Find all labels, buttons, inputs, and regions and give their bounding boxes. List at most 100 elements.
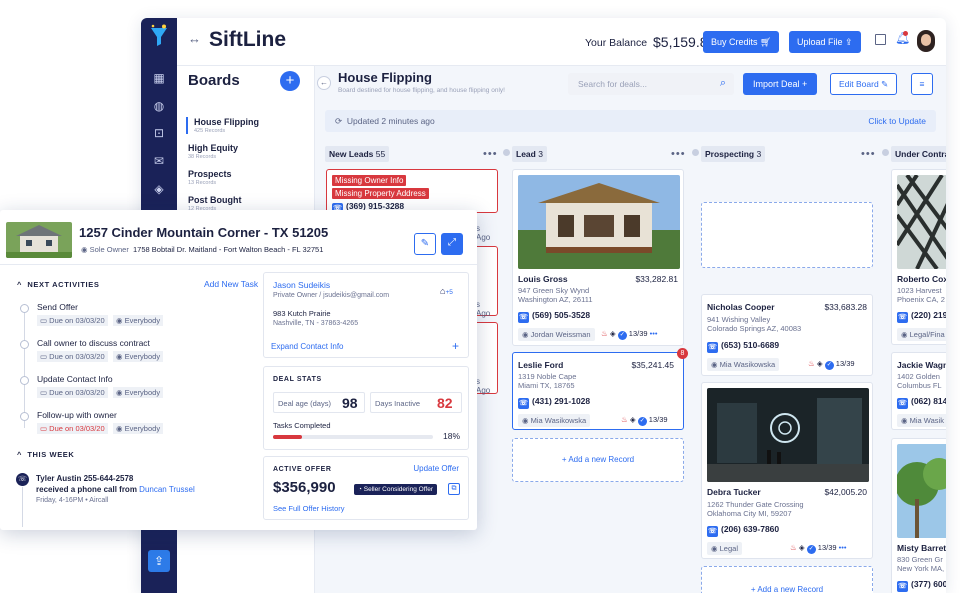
phone-number: (206) 639-7860 xyxy=(721,524,780,534)
update-offer-link[interactable]: Update Offer xyxy=(413,464,459,473)
card-phone[interactable]: ☏ (431) 291-1028 xyxy=(518,396,590,409)
board-count: 425 Records xyxy=(194,128,226,134)
board-item-prospects[interactable]: Prospects 13 Records xyxy=(188,169,232,186)
mail-icon[interactable]: ✉ xyxy=(151,153,167,169)
notification-dot xyxy=(903,31,908,36)
card-phone[interactable]: ☏ (377) 600 xyxy=(897,579,946,592)
stat-label: Deal age (days) xyxy=(278,399,331,408)
column-drag-handle[interactable] xyxy=(503,149,510,156)
owner-name: Mia Wasik xyxy=(909,416,944,425)
board-item-high-equity[interactable]: High Equity 38 Records xyxy=(188,143,238,160)
stat-value: 98 xyxy=(342,395,358,411)
phone-number: (569) 505-3528 xyxy=(532,310,591,320)
drop-zone[interactable] xyxy=(701,202,873,268)
fire-icon: ♨ xyxy=(601,329,608,338)
add-record-button[interactable]: + Add a new Record xyxy=(701,566,873,593)
add-record-button[interactable]: + Add a new Record xyxy=(512,438,684,482)
lead-card[interactable]: Missing Owner Info Missing Property Addr… xyxy=(326,169,498,214)
deal-card[interactable]: Debra Tucker $42,005.20 1262 Thunder Gat… xyxy=(701,382,873,559)
activity-checkbox[interactable] xyxy=(20,376,29,385)
pencil-icon: ✎ xyxy=(881,79,889,89)
brand: ↔ SiftLine xyxy=(188,28,286,52)
more-icon[interactable]: ••• xyxy=(483,148,498,160)
copy-icon[interactable]: ⧉ xyxy=(448,483,460,495)
card-phone[interactable]: ☏ (569) 505-3528 xyxy=(518,310,590,323)
funnel-logo-icon[interactable] xyxy=(148,24,170,48)
deal-stats-card: DEAL STATS Deal age (days) 98 Days Inact… xyxy=(263,366,469,450)
card-address-line2: Miami TX, 18765 xyxy=(518,381,575,390)
column-header: Prospecting 3 xyxy=(701,146,766,162)
properties-icon[interactable]: ⌂+5 xyxy=(440,286,453,296)
tag-icon[interactable]: ◈ xyxy=(151,181,167,197)
section-title: NEXT ACTIVITIES xyxy=(27,280,100,289)
plus-icon[interactable]: + xyxy=(452,339,459,353)
click-to-update-link[interactable]: Click to Update xyxy=(868,110,926,132)
deal-card[interactable]: Jackie Wagn 1402 Golden Columbus FL ☏ (06… xyxy=(891,352,946,430)
search-input[interactable]: Search for deals... ⌕ xyxy=(568,73,734,95)
house-photo xyxy=(518,175,680,269)
card-phone[interactable]: ☏ (653) 510-6689 xyxy=(707,340,779,353)
offer-history-link[interactable]: See Full Offer History xyxy=(273,504,345,513)
sort-button[interactable]: ≡ xyxy=(911,73,933,95)
missing-address-tag: Missing Property Address xyxy=(332,188,429,199)
card-badges: ♨ ◈ ✓ 13/39 ••• xyxy=(601,329,658,340)
card-badges: ♨ ◈ ✓ 13/39 xyxy=(621,415,668,426)
chevron-up-icon[interactable]: ^ xyxy=(17,280,22,289)
activity-checkbox[interactable] xyxy=(20,340,29,349)
activity-assignee: ◉ Everybody xyxy=(113,315,164,326)
edit-board-label: Edit Board xyxy=(839,79,879,89)
column-drag-handle[interactable] xyxy=(692,149,699,156)
card-price: $42,005.20 xyxy=(824,487,867,497)
add-new-task-link[interactable]: Add New Task xyxy=(204,279,258,289)
deal-card[interactable]: Leslie Ford $35,241.45 1319 Noble Cape M… xyxy=(512,348,688,430)
more-icon[interactable]: ••• xyxy=(839,543,847,552)
card-phone[interactable]: ☏ (206) 639-7860 xyxy=(707,524,779,537)
upload-file-button[interactable]: Upload File ⇪ xyxy=(789,31,861,53)
card-phone[interactable]: ☏ (220) 219 xyxy=(897,310,946,323)
deal-card[interactable]: Louis Gross $33,282.81 947 Green Sky Wyn… xyxy=(512,169,684,346)
collapse-arrows-icon[interactable]: ↔ xyxy=(188,31,201,46)
deal-card[interactable]: Misty Barrett 830 Green Gr New York MA, … xyxy=(891,438,946,593)
avatar[interactable] xyxy=(917,30,935,52)
import-icon[interactable]: ⊡ xyxy=(151,125,167,141)
dashboard-icon[interactable]: ▦ xyxy=(151,70,167,86)
refresh-icon[interactable]: ⟳ xyxy=(335,116,342,126)
board-count: 13 Records xyxy=(188,180,217,186)
card-price: $33,282.81 xyxy=(635,274,678,284)
tasks-progress-track xyxy=(273,435,433,439)
more-icon[interactable]: ••• xyxy=(650,329,658,338)
fire-icon: ♨ xyxy=(621,415,628,424)
calendar-icon[interactable] xyxy=(875,34,886,45)
contact-name[interactable]: Jason Sudeikis xyxy=(273,280,330,290)
activity-checkbox[interactable] xyxy=(20,304,29,313)
more-icon[interactable]: ••• xyxy=(861,148,876,160)
board-item-house-flipping[interactable]: House Flipping 425 Records xyxy=(186,117,259,134)
edit-deal-button[interactable]: ✎ xyxy=(414,233,436,255)
chevron-up-icon[interactable]: ^ xyxy=(17,450,22,459)
search-placeholder: Search for deals... xyxy=(578,79,647,89)
deal-card[interactable]: Nicholas Cooper $33,683.28 941 Wishing V… xyxy=(701,294,873,376)
phone-number: (431) 291-1028 xyxy=(532,396,591,406)
edit-board-button[interactable]: Edit Board ✎ xyxy=(830,73,898,95)
card-phone[interactable]: ☏ (062) 814 xyxy=(897,396,946,409)
add-board-button[interactable]: + xyxy=(280,71,300,91)
column-drag-handle[interactable] xyxy=(882,149,889,156)
check-icon: ✓ xyxy=(617,331,627,340)
column-count: 3 xyxy=(756,149,762,159)
import-deal-label: Import Deal xyxy=(753,79,800,89)
deal-card[interactable]: Roberto Cox 1023 Harvest Phoenix CA, 2 ☏… xyxy=(891,169,946,345)
activity-checkbox[interactable] xyxy=(20,412,29,421)
card-address-line2: Oklahoma City MI, 59207 xyxy=(707,509,792,518)
owner-name: Legal xyxy=(719,544,738,553)
globe-icon[interactable]: ◍ xyxy=(151,98,167,114)
buy-credits-button[interactable]: Buy Credits 🛒︎ xyxy=(703,31,780,53)
export-icon[interactable]: ⇪ xyxy=(148,550,170,572)
expand-contact-link[interactable]: Expand Contact Info xyxy=(271,342,344,351)
expand-button[interactable]: ⤢ xyxy=(441,233,463,255)
activity-title: Call owner to discuss contract xyxy=(37,338,150,348)
more-icon[interactable]: ••• xyxy=(671,148,686,160)
collapse-sidebar-button[interactable]: ← xyxy=(317,76,331,90)
event-caller-link[interactable]: Duncan Trussel xyxy=(139,485,195,494)
deal-stats-title: DEAL STATS xyxy=(273,376,322,383)
import-deal-button[interactable]: Import Deal + xyxy=(743,73,818,95)
